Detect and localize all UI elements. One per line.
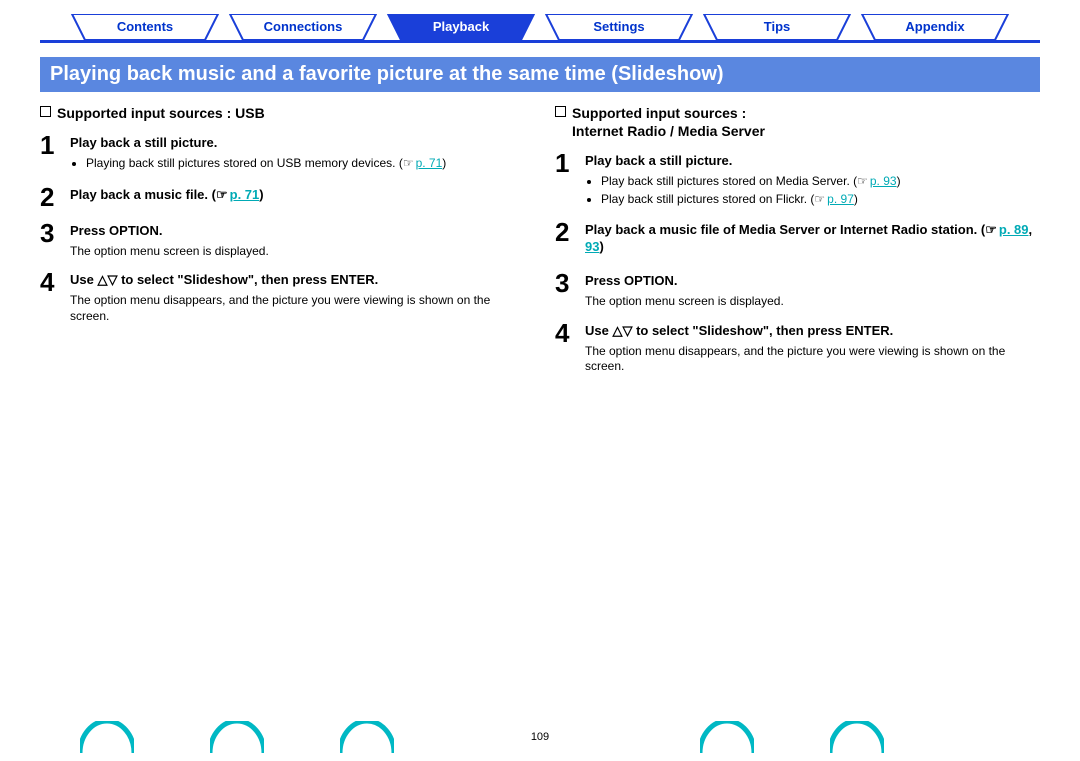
step-number: 2 xyxy=(555,219,577,260)
step-title: Press OPTION. xyxy=(70,223,525,240)
tab-label: Appendix xyxy=(905,19,964,34)
step-bullet: Playing back still pictures stored on US… xyxy=(86,156,525,172)
tabs-underline xyxy=(40,40,1040,43)
step-title: Play back a still picture. xyxy=(70,135,525,152)
left-step-4: 4 Use △▽ to select "Slideshow", then pre… xyxy=(40,269,525,324)
page-link-p71[interactable]: p. 71 xyxy=(230,187,260,202)
footer-nav-button-4[interactable] xyxy=(700,721,754,753)
page-link-p89[interactable]: p. 89 xyxy=(999,222,1029,237)
pointer-icon xyxy=(814,192,827,206)
step-title: Play back a still picture. xyxy=(585,153,1040,170)
right-column: Supported input sources : Internet Radio… xyxy=(555,104,1040,385)
step-number: 2 xyxy=(40,184,62,210)
step-body-text: The option menu disappears, and the pict… xyxy=(585,344,1040,375)
right-step-4: 4 Use △▽ to select "Slideshow", then pre… xyxy=(555,320,1040,375)
tab-label: Tips xyxy=(764,19,791,34)
left-step-3: 3 Press OPTION. The option menu screen i… xyxy=(40,220,525,259)
step-number: 3 xyxy=(555,270,577,309)
footer-nav: 109 xyxy=(0,719,1080,755)
tab-settings[interactable]: Settings xyxy=(540,14,698,40)
step-number: 4 xyxy=(40,269,62,324)
step-body-text: The option menu disappears, and the pict… xyxy=(70,293,525,324)
pointer-icon xyxy=(216,187,230,202)
step-title: Play back a music file. (p. 71) xyxy=(70,187,525,204)
tab-label: Settings xyxy=(593,19,644,34)
square-bullet-icon xyxy=(40,106,51,117)
left-subheading: Supported input sources : USB xyxy=(40,104,525,122)
footer-nav-button-2[interactable] xyxy=(210,721,264,753)
footer-nav-button-1[interactable] xyxy=(80,721,134,753)
square-bullet-icon xyxy=(555,106,566,117)
step-body-text: The option menu screen is displayed. xyxy=(585,294,1040,310)
step-title: Use △▽ to select "Slideshow", then press… xyxy=(585,323,1040,340)
step-number: 1 xyxy=(40,132,62,173)
step-number: 1 xyxy=(555,150,577,209)
right-step-1: 1 Play back a still picture. Play back s… xyxy=(555,150,1040,209)
tab-label: Playback xyxy=(433,19,489,34)
step-title: Use △▽ to select "Slideshow", then press… xyxy=(70,272,525,289)
step-body-text: The option menu screen is displayed. xyxy=(70,244,525,260)
page-link-p97[interactable]: p. 97 xyxy=(827,192,854,206)
page-link-p93[interactable]: 93 xyxy=(585,239,599,254)
tab-appendix[interactable]: Appendix xyxy=(856,14,1014,40)
tab-tips[interactable]: Tips xyxy=(698,14,856,40)
tab-label: Contents xyxy=(117,19,173,34)
page-number: 109 xyxy=(0,731,1080,743)
step-number: 4 xyxy=(555,320,577,375)
tab-label: Connections xyxy=(264,19,343,34)
subheading-text: Supported input sources : USB xyxy=(57,104,265,122)
step-bullet: Play back still pictures stored on Media… xyxy=(601,174,1040,190)
right-step-2: 2 Play back a music file of Media Server… xyxy=(555,219,1040,260)
footer-nav-button-5[interactable] xyxy=(830,721,884,753)
page-title: Playing back music and a favorite pictur… xyxy=(50,63,724,85)
step-bullet: Play back still pictures stored on Flick… xyxy=(601,192,1040,208)
page-title-bar: Playing back music and a favorite pictur… xyxy=(40,57,1040,92)
left-column: Supported input sources : USB 1 Play bac… xyxy=(40,104,525,385)
pointer-icon xyxy=(403,156,416,170)
pointer-icon xyxy=(857,174,870,188)
tab-contents[interactable]: Contents xyxy=(66,14,224,40)
right-step-3: 3 Press OPTION. The option menu screen i… xyxy=(555,270,1040,309)
pointer-icon xyxy=(985,222,999,237)
left-step-1: 1 Play back a still picture. Playing bac… xyxy=(40,132,525,173)
right-subheading: Supported input sources : Internet Radio… xyxy=(555,104,1040,140)
step-title: Press OPTION. xyxy=(585,273,1040,290)
tab-playback[interactable]: Playback xyxy=(382,14,540,40)
page-link-p93[interactable]: p. 93 xyxy=(870,174,897,188)
page-link-p71[interactable]: p. 71 xyxy=(416,156,443,170)
tab-connections[interactable]: Connections xyxy=(224,14,382,40)
step-number: 3 xyxy=(40,220,62,259)
top-tabs: Contents Connections Playback Settings T… xyxy=(0,0,1080,40)
footer-nav-button-3[interactable] xyxy=(340,721,394,753)
step-title: Play back a music file of Media Server o… xyxy=(585,222,1040,256)
left-step-2: 2 Play back a music file. (p. 71) xyxy=(40,184,525,210)
subheading-text: Supported input sources : Internet Radio… xyxy=(572,104,765,140)
